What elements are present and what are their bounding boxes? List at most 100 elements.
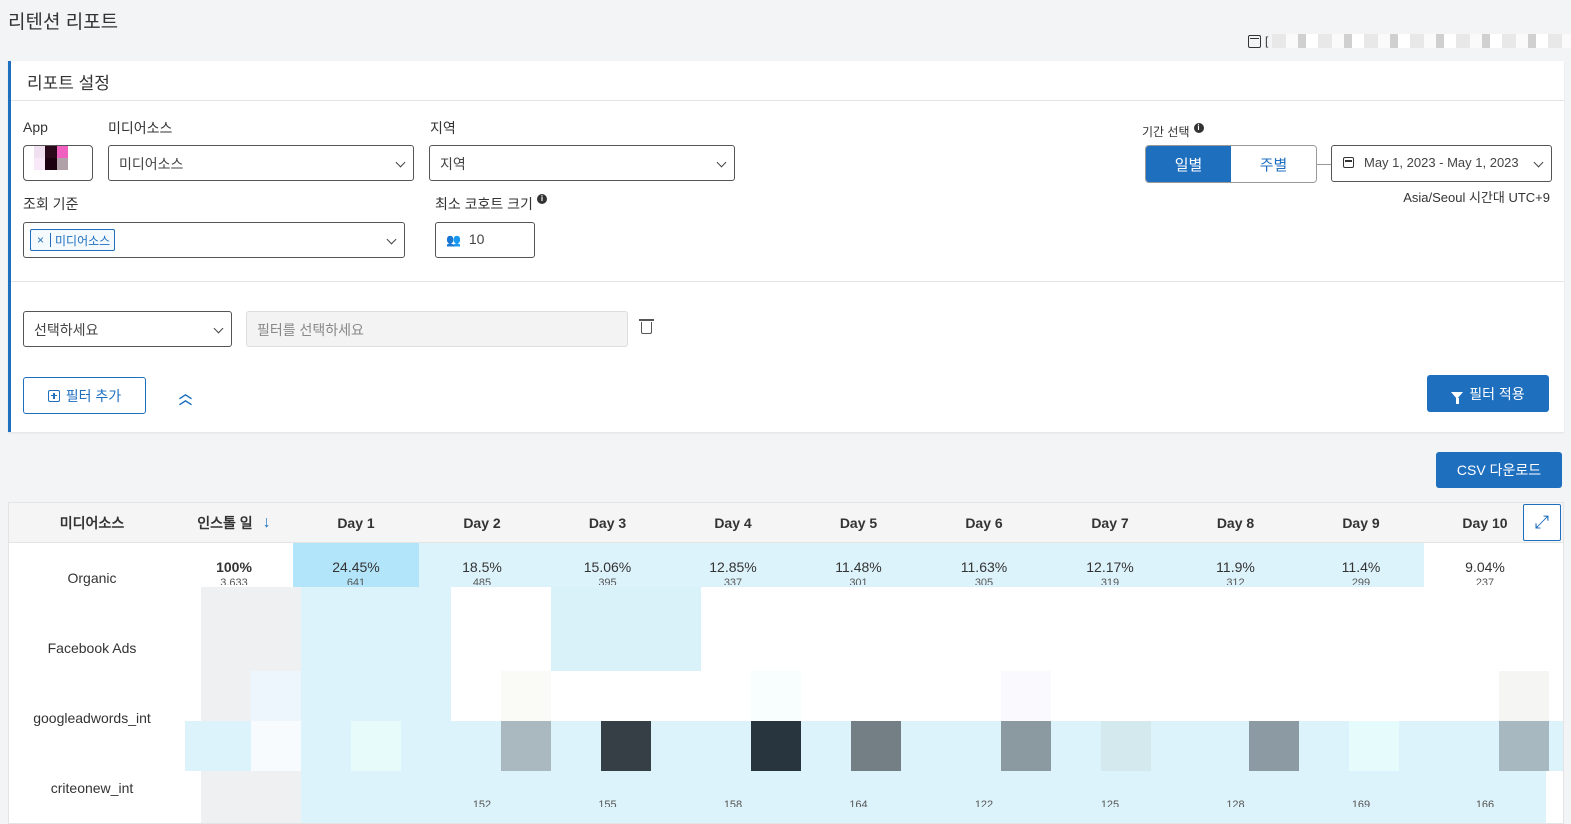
date-range-picker[interactable]: May 1, 2023 - May 1, 2023 <box>1331 145 1552 182</box>
plus-square-icon <box>47 389 60 402</box>
period-weekly[interactable]: 주별 <box>1231 146 1316 182</box>
retention-cell <box>293 683 419 753</box>
retention-cell: 166 <box>1424 753 1546 823</box>
app-select[interactable] <box>23 145 93 181</box>
filter-field-placeholder: 선택하세요 <box>34 322 99 338</box>
retention-cell: 11.63% 305 <box>921 543 1047 613</box>
media-source-select[interactable]: 미디어소스 <box>108 145 414 181</box>
retention-cell <box>796 613 921 683</box>
region-label: 지역 <box>430 120 456 136</box>
filter-value-placeholder: 필터를 선택하세요 <box>257 322 364 338</box>
retention-count: 641 <box>346 577 366 585</box>
retention-cell: 24.45% 641 <box>293 543 419 613</box>
apply-filter-label: 필터 적용 <box>1469 385 1525 402</box>
retention-cell: 158 <box>670 753 796 823</box>
filter-field-select[interactable]: 선택하세요 <box>23 311 232 347</box>
table-row: Facebook Ads <box>9 613 1563 683</box>
timezone-text: Asia/Seoul 시간대 UTC+9 <box>1403 190 1550 205</box>
table-row: Organic 100% 3,633 24.45% 641 18.5% 485 15.06% 3… <box>9 543 1563 613</box>
retention-percent: 11.4% <box>1341 559 1381 575</box>
retention-count: 237 <box>1475 577 1495 585</box>
chevrons-up-icon[interactable]: ︿ ︿ <box>179 387 192 406</box>
retention-count: 164 <box>849 799 868 807</box>
retention-cell <box>670 613 796 683</box>
table-header: 미디어소스 인스톨 일 ↓ Day 1 Day 2 Day 3 Day 4 Day… <box>9 503 1563 543</box>
retention-cell: 164 <box>796 753 921 823</box>
retention-count: 485 <box>472 577 492 585</box>
retention-cell: 169 <box>1298 753 1424 823</box>
retention-cell <box>545 613 670 683</box>
expand-icon[interactable]: ⤢ <box>1523 504 1561 541</box>
period-toggle[interactable]: 일별 주별 <box>1145 145 1317 183</box>
retention-count: 169 <box>1351 799 1371 807</box>
retention-cell <box>293 613 419 683</box>
media-source-cell: Organic <box>67 570 117 586</box>
retention-cell <box>1047 613 1173 683</box>
col-day-7[interactable]: Day 7 <box>1047 503 1173 542</box>
retention-count: 169 <box>346 799 366 807</box>
media-source-value: 미디어소스 <box>119 156 184 172</box>
retention-cell: 155 <box>545 753 670 823</box>
retention-count: 122 <box>974 799 994 807</box>
remove-tag-icon[interactable]: × <box>31 233 52 247</box>
install-count: 3,633 <box>220 577 248 585</box>
retention-cell <box>1173 613 1298 683</box>
period-daily[interactable]: 일별 <box>1146 146 1231 182</box>
retention-percent: 15.06% <box>583 559 632 575</box>
add-filter-label: 필터 추가 <box>65 387 122 404</box>
install-count: 918 <box>224 799 244 807</box>
group-by-select[interactable]: × 미디어소스 <box>23 222 405 258</box>
retention-count: 305 <box>974 577 994 585</box>
trash-icon[interactable] <box>639 319 654 334</box>
col-day-5[interactable]: Day 5 <box>796 503 921 542</box>
col-day-4[interactable]: Day 4 <box>670 503 796 542</box>
info-icon: i <box>536 194 547 204</box>
retention-cell <box>419 613 545 683</box>
retention-percent: 24.45% <box>332 559 380 575</box>
retention-cell <box>921 683 1047 753</box>
filter-value-input[interactable]: 필터를 선택하세요 <box>246 311 628 347</box>
retention-count: 158 <box>723 799 743 807</box>
retention-cell: 11.9% 312 <box>1173 543 1298 613</box>
info-icon: i <box>1193 123 1204 133</box>
col-day-3[interactable]: Day 3 <box>545 503 670 542</box>
group-by-tag-label: 미디어소스 <box>55 233 111 248</box>
media-source-cell: googleadwords_int <box>33 710 151 726</box>
retention-cell <box>545 683 670 753</box>
col-day-1[interactable]: Day 1 <box>293 503 419 542</box>
retention-cell: 18.5% 485 <box>419 543 545 613</box>
col-day-9[interactable]: Day 9 <box>1298 503 1424 542</box>
col-day-2[interactable]: Day 2 <box>419 503 545 542</box>
install-cell: 100% 3,633 <box>175 543 293 613</box>
media-source-cell: criteonew_int <box>50 780 134 796</box>
col-day-8[interactable]: Day 8 <box>1173 503 1298 542</box>
region-select[interactable]: 지역 <box>429 145 735 181</box>
csv-download-button[interactable]: CSV 다운로드 <box>1436 452 1562 488</box>
calendar-icon <box>1343 157 1354 168</box>
retention-cell: 11.4% 299 <box>1298 543 1424 613</box>
sort-down-icon[interactable]: ↓ <box>263 514 271 532</box>
retention-percent: 11.48% <box>835 559 882 575</box>
add-filter-button[interactable]: 필터 추가 <box>23 377 146 414</box>
retention-cell: 12.85% 337 <box>670 543 796 613</box>
page-title: 리텐션 리포트 <box>8 12 119 33</box>
retention-percent: 12.17% <box>1086 559 1134 575</box>
col-install-day[interactable]: 인스톨 일 ↓ <box>175 503 293 542</box>
chevron-down-icon <box>386 234 397 245</box>
install-percent: 100% <box>216 559 252 575</box>
cohort-size-input[interactable]: 👥 10 <box>435 222 535 258</box>
retention-cell <box>1424 613 1546 683</box>
retention-cell <box>1173 683 1298 753</box>
table-body: Organic 100% 3,633 24.45% 641 18.5% 485 15.06% 3… <box>9 543 1563 823</box>
retention-table: 미디어소스 인스톨 일 ↓ Day 1 Day 2 Day 3 Day 4 Day… <box>8 502 1564 824</box>
group-by-tag: × 미디어소스 <box>30 229 116 251</box>
retention-count: 128 <box>1226 799 1245 807</box>
col-media-source[interactable]: 미디어소스 <box>9 503 175 542</box>
retention-count: 312 <box>1226 577 1245 585</box>
cohort-size-value: 10 <box>468 231 485 247</box>
col-day-6[interactable]: Day 6 <box>921 503 1047 542</box>
users-icon: 👥 <box>446 233 461 247</box>
retention-cell: 9.04% 237 <box>1424 543 1546 613</box>
retention-cell: 11.48% 301 <box>796 543 921 613</box>
apply-filter-button[interactable]: 필터 적용 <box>1427 375 1549 412</box>
